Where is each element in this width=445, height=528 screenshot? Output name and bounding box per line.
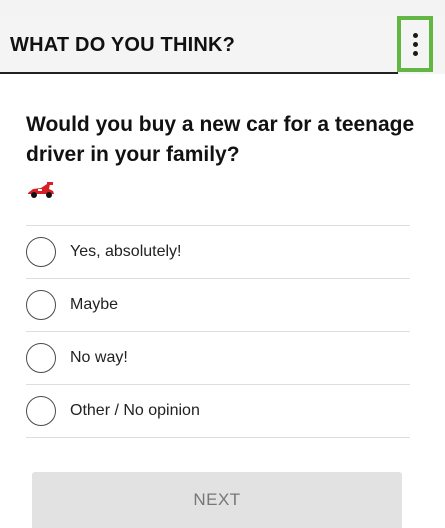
option-no-way[interactable]: No way! xyxy=(26,332,410,385)
radio-button[interactable] xyxy=(26,396,56,426)
option-label: Maybe xyxy=(70,296,119,313)
option-label: No way! xyxy=(70,349,128,366)
survey-screen: WHAT DO YOU THINK? Would you buy a new c… xyxy=(0,0,445,528)
race-car-icon xyxy=(28,182,54,198)
option-label: Other / No opinion xyxy=(70,402,200,419)
survey-header: WHAT DO YOU THINK? xyxy=(0,16,445,74)
header-underline xyxy=(0,72,398,74)
option-yes-absolutely[interactable]: Yes, absolutely! xyxy=(26,226,410,279)
more-vertical-icon xyxy=(412,50,418,56)
question-text: Would you buy a new car for a teenage dr… xyxy=(26,113,415,166)
radio-button[interactable] xyxy=(26,237,56,267)
more-vertical-icon xyxy=(412,32,418,38)
option-maybe[interactable]: Maybe xyxy=(26,279,410,332)
more-options-button[interactable] xyxy=(397,16,433,72)
next-button[interactable]: NEXT xyxy=(32,472,402,528)
top-strip xyxy=(0,0,445,16)
answer-options: Yes, absolutely! Maybe No way! Other / N… xyxy=(26,225,410,438)
option-label: Yes, absolutely! xyxy=(70,243,182,260)
more-vertical-icon xyxy=(412,41,418,47)
radio-button[interactable] xyxy=(26,343,56,373)
header-title: WHAT DO YOU THINK? xyxy=(10,34,236,56)
radio-button[interactable] xyxy=(26,290,56,320)
option-other-no-opinion[interactable]: Other / No opinion xyxy=(26,385,410,438)
